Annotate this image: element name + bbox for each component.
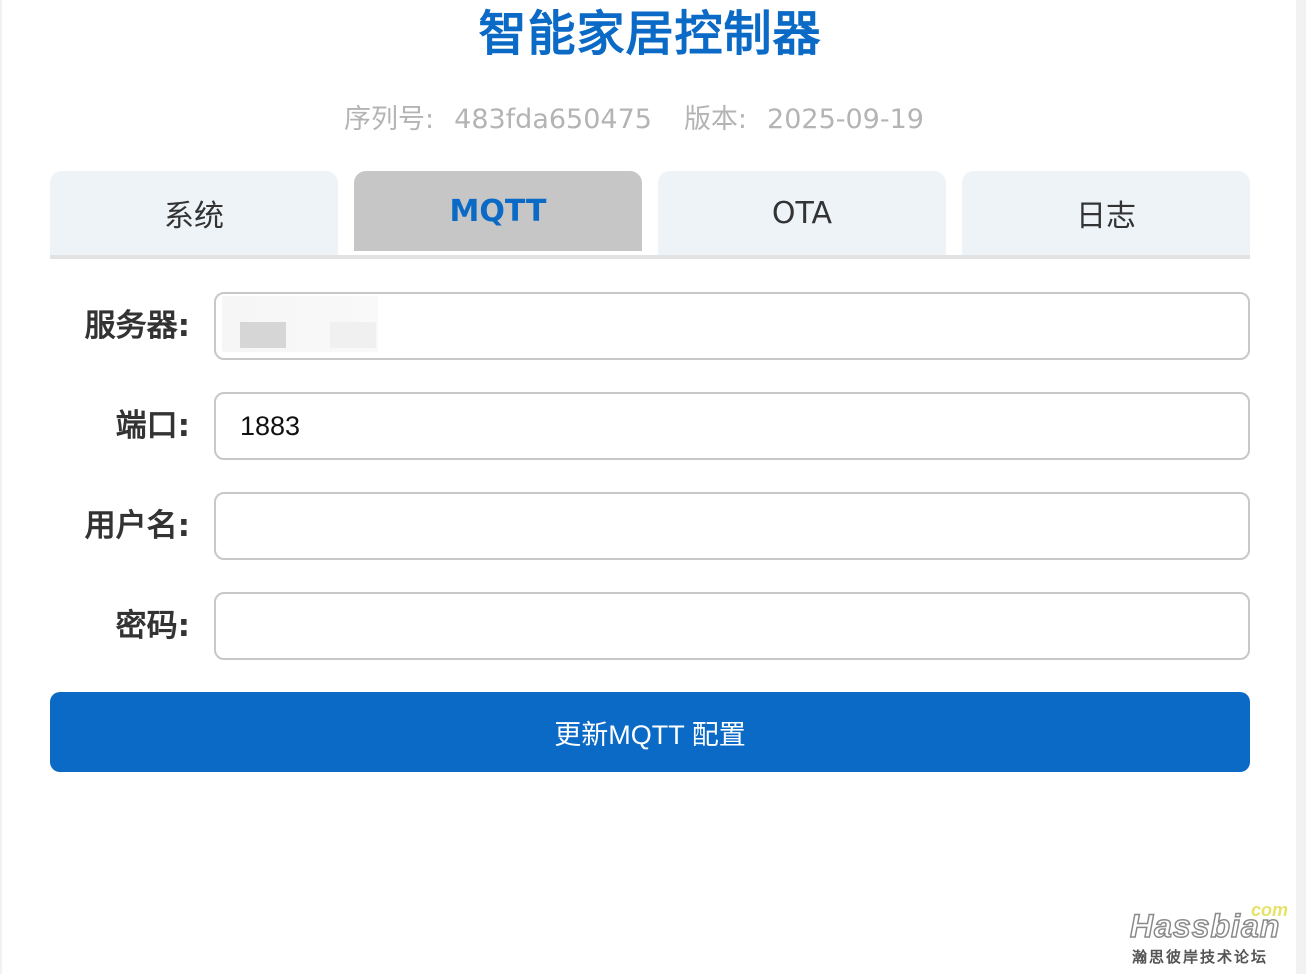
device-info: 序列号: 483fda650475 版本: 2025-09-19 — [0, 100, 1268, 140]
tab-bar: 系统 MQTT OTA 日志 — [50, 171, 1250, 259]
watermark-subtitle: 瀚思彼岸技术论坛 — [1132, 948, 1269, 966]
tab-mqtt[interactable]: MQTT — [354, 171, 642, 251]
server-input[interactable] — [214, 292, 1250, 360]
serial-label: 序列号: — [344, 104, 435, 135]
username-row: 用户名: — [50, 492, 1250, 560]
serial-value: 483fda650475 — [454, 104, 652, 135]
password-input[interactable] — [214, 592, 1250, 660]
tab-ota[interactable]: OTA — [658, 171, 946, 255]
port-label: 端口: — [115, 408, 190, 444]
hassbian-watermark: com Hassbian 瀚思彼岸技术论坛 — [1128, 898, 1288, 968]
port-input[interactable] — [214, 392, 1250, 460]
password-label: 密码: — [115, 608, 190, 644]
tab-system[interactable]: 系统 — [50, 171, 338, 255]
watermark-logo: Hassbian — [1129, 907, 1281, 945]
port-row: 端口: — [50, 392, 1250, 460]
password-row: 密码: — [50, 592, 1250, 660]
main-panel — [2, 0, 1296, 974]
version-value: 2025-09-19 — [767, 104, 924, 135]
tab-divider — [50, 255, 1250, 259]
page-title: 智能家居控制器 — [478, 6, 822, 62]
tab-log[interactable]: 日志 — [962, 171, 1250, 255]
username-label: 用户名: — [84, 508, 190, 544]
update-mqtt-button[interactable]: 更新MQTT 配置 — [50, 692, 1250, 772]
version-label: 版本: — [683, 104, 748, 135]
username-input[interactable] — [214, 492, 1250, 560]
server-label: 服务器: — [84, 308, 190, 344]
server-row: 服务器: — [50, 292, 1250, 360]
